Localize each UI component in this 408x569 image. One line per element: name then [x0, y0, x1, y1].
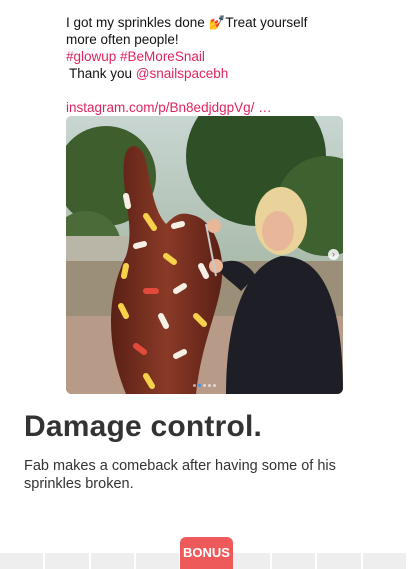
bottom-bar-segment[interactable]	[226, 553, 272, 569]
bottom-bar-segment[interactable]	[90, 553, 136, 569]
tweet-text: I got my sprinkles done 💅Treat yourself …	[66, 14, 356, 116]
bottom-bar-segment[interactable]	[45, 553, 91, 569]
bottom-bar-segment[interactable]	[0, 553, 46, 569]
carousel-dot[interactable]	[213, 384, 216, 387]
embedded-photo[interactable]: ›	[66, 116, 343, 394]
bottom-bar-segment[interactable]	[135, 553, 182, 569]
bottom-bar-segment[interactable]	[317, 553, 363, 569]
bottom-bar-segment[interactable]	[362, 553, 408, 569]
carousel-dots	[66, 384, 343, 387]
instagram-link[interactable]: instagram.com/p/Bn8edjdgpVg/ …	[66, 99, 356, 116]
mention-link[interactable]: @snailspacebh	[136, 66, 229, 81]
bonus-tab[interactable]: BONUS	[180, 537, 233, 569]
thanks-text: Thank you	[69, 66, 136, 81]
article-headline: Damage control.	[24, 410, 263, 443]
article-description: Fab makes a comeback after having some o…	[24, 458, 336, 492]
carousel-dot[interactable]	[208, 384, 211, 387]
tweet-line-1: I got my sprinkles done 💅Treat yourself	[66, 15, 308, 30]
tweet-hashtags[interactable]: #glowup #BeMoreSnail	[66, 48, 356, 65]
carousel-dot-active[interactable]	[198, 384, 201, 387]
carousel-next-icon[interactable]: ›	[328, 249, 339, 260]
tweet-thanks: Thank you @snailspacebh	[69, 65, 356, 82]
tweet-line-2: more often people!	[66, 32, 179, 47]
carousel-dot[interactable]	[203, 384, 206, 387]
photo-illustration	[66, 116, 343, 394]
bottom-bar-segment[interactable]	[271, 553, 318, 569]
carousel-dot[interactable]	[193, 384, 196, 387]
